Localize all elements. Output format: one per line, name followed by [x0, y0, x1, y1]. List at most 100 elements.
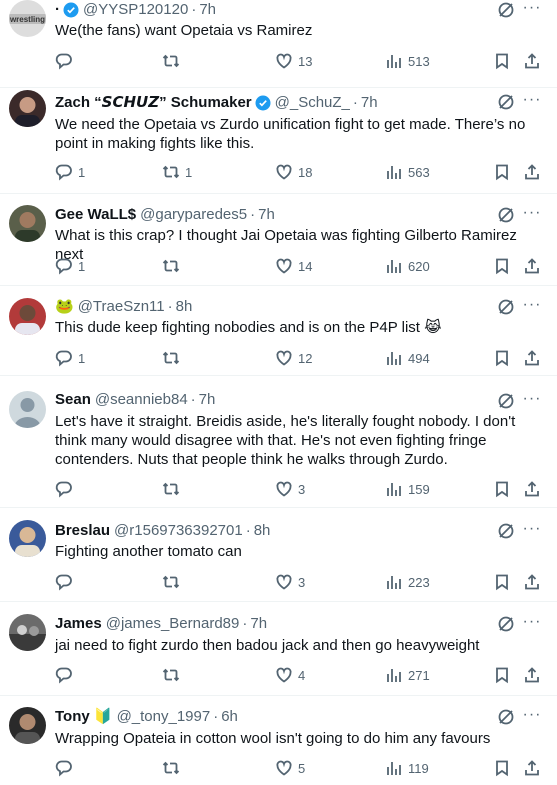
- more-icon[interactable]: ···: [521, 521, 543, 541]
- bookmark-button[interactable]: [493, 348, 511, 368]
- avatar[interactable]: [9, 520, 46, 557]
- more-icon[interactable]: ···: [521, 92, 543, 112]
- views-button[interactable]: 620: [385, 256, 430, 276]
- tweet[interactable]: wrestling · @YYSP120120 · 7h ··· We(the …: [0, 0, 557, 88]
- views-button[interactable]: 119: [385, 758, 429, 778]
- share-button[interactable]: [523, 162, 541, 182]
- grok-icon[interactable]: [497, 392, 515, 410]
- bookmark-button[interactable]: [493, 665, 511, 685]
- timestamp[interactable]: 8h: [176, 297, 193, 317]
- display-name[interactable]: James: [55, 614, 102, 634]
- retweet-button[interactable]: [162, 758, 185, 778]
- views-button[interactable]: 159: [385, 479, 430, 499]
- share-button[interactable]: [523, 665, 541, 685]
- share-button[interactable]: [523, 479, 541, 499]
- timestamp[interactable]: 7h: [250, 614, 267, 634]
- more-icon[interactable]: ···: [521, 391, 543, 411]
- display-name[interactable]: Sean: [55, 390, 91, 410]
- grok-icon[interactable]: [497, 615, 515, 633]
- grok-icon[interactable]: [497, 1, 515, 19]
- avatar[interactable]: [9, 298, 46, 335]
- avatar[interactable]: [9, 707, 46, 744]
- handle[interactable]: @YYSP120120: [83, 0, 188, 20]
- like-button[interactable]: 5: [275, 758, 305, 778]
- bookmark-button[interactable]: [493, 479, 511, 499]
- more-icon[interactable]: ···: [521, 205, 543, 225]
- display-name[interactable]: Tony 🔰: [55, 707, 113, 727]
- tweet[interactable]: James @james_Bernard89 · 7h ··· jai need…: [0, 604, 557, 696]
- retweet-button[interactable]: 1: [162, 162, 192, 182]
- grok-icon[interactable]: [497, 93, 515, 111]
- tweet[interactable]: Tony 🔰 @_tony_1997 · 6h ··· Wrapping Opa…: [0, 698, 557, 785]
- bookmark-button[interactable]: [493, 572, 511, 592]
- avatar[interactable]: [9, 391, 46, 428]
- tweet[interactable]: 🐸 @TraeSzn11 · 8h ··· This dude keep fig…: [0, 288, 557, 376]
- grok-icon[interactable]: [497, 522, 515, 540]
- handle[interactable]: @TraeSzn11: [78, 297, 165, 317]
- display-name[interactable]: Zach “𝙎𝘾𝙃𝙐𝙕” Schumaker: [55, 93, 252, 113]
- handle[interactable]: @_SchuZ_: [275, 93, 350, 113]
- retweet-button[interactable]: [162, 665, 185, 685]
- share-button[interactable]: [523, 348, 541, 368]
- display-name[interactable]: 🐸: [55, 297, 74, 317]
- like-button[interactable]: 3: [275, 479, 305, 499]
- display-name[interactable]: Breslau: [55, 521, 110, 541]
- views-button[interactable]: 494: [385, 348, 430, 368]
- views-button[interactable]: 563: [385, 162, 430, 182]
- reply-button[interactable]: 1: [55, 256, 85, 276]
- views-button[interactable]: 513: [385, 51, 430, 71]
- retweet-button[interactable]: [162, 348, 185, 368]
- more-icon[interactable]: ···: [521, 614, 543, 634]
- more-icon[interactable]: ···: [521, 297, 543, 317]
- reply-button[interactable]: 1: [55, 162, 85, 182]
- grok-icon[interactable]: [497, 206, 515, 224]
- timestamp[interactable]: 7h: [199, 0, 216, 20]
- bookmark-button[interactable]: [493, 51, 511, 71]
- display-name[interactable]: ·: [55, 0, 60, 20]
- share-button[interactable]: [523, 256, 541, 276]
- like-button[interactable]: 14: [275, 256, 312, 276]
- display-name[interactable]: Gee WaLL$: [55, 205, 136, 225]
- more-icon[interactable]: ···: [521, 707, 543, 727]
- handle[interactable]: @james_Bernard89: [106, 614, 240, 634]
- retweet-button[interactable]: [162, 572, 185, 592]
- avatar[interactable]: wrestling: [9, 0, 46, 37]
- retweet-button[interactable]: [162, 256, 185, 276]
- tweet[interactable]: Sean @seannieb84 · 7h ··· Let's have it …: [0, 378, 557, 508]
- avatar[interactable]: [9, 90, 46, 127]
- views-button[interactable]: 271: [385, 665, 430, 685]
- timestamp[interactable]: 7h: [361, 93, 378, 113]
- timestamp[interactable]: 6h: [221, 707, 238, 727]
- timestamp[interactable]: 7h: [199, 390, 216, 410]
- views-button[interactable]: 223: [385, 572, 430, 592]
- reply-button[interactable]: [55, 479, 78, 499]
- avatar[interactable]: [9, 205, 46, 242]
- retweet-button[interactable]: [162, 51, 185, 71]
- bookmark-button[interactable]: [493, 758, 511, 778]
- like-button[interactable]: 18: [275, 162, 312, 182]
- more-icon[interactable]: ···: [521, 0, 543, 20]
- reply-button[interactable]: 1: [55, 348, 85, 368]
- timestamp[interactable]: 8h: [254, 521, 271, 541]
- timestamp[interactable]: 7h: [258, 205, 275, 225]
- share-button[interactable]: [523, 51, 541, 71]
- bookmark-button[interactable]: [493, 256, 511, 276]
- grok-icon[interactable]: [497, 298, 515, 316]
- retweet-button[interactable]: [162, 479, 185, 499]
- like-button[interactable]: 13: [275, 51, 312, 71]
- tweet[interactable]: Breslau @r1569736392701 · 8h ··· Fightin…: [0, 510, 557, 602]
- handle[interactable]: @r1569736392701: [114, 521, 243, 541]
- grok-icon[interactable]: [497, 708, 515, 726]
- bookmark-button[interactable]: [493, 162, 511, 182]
- like-button[interactable]: 4: [275, 665, 305, 685]
- reply-button[interactable]: [55, 572, 78, 592]
- handle[interactable]: @garyparedes5: [140, 205, 247, 225]
- like-button[interactable]: 12: [275, 348, 312, 368]
- handle[interactable]: @_tony_1997: [117, 707, 211, 727]
- like-button[interactable]: 3: [275, 572, 305, 592]
- handle[interactable]: @seannieb84: [95, 390, 188, 410]
- share-button[interactable]: [523, 572, 541, 592]
- reply-button[interactable]: [55, 665, 78, 685]
- reply-button[interactable]: [55, 51, 78, 71]
- tweet[interactable]: Zach “𝙎𝘾𝙃𝙐𝙕” Schumaker @_SchuZ_ · 7h ···…: [0, 90, 557, 194]
